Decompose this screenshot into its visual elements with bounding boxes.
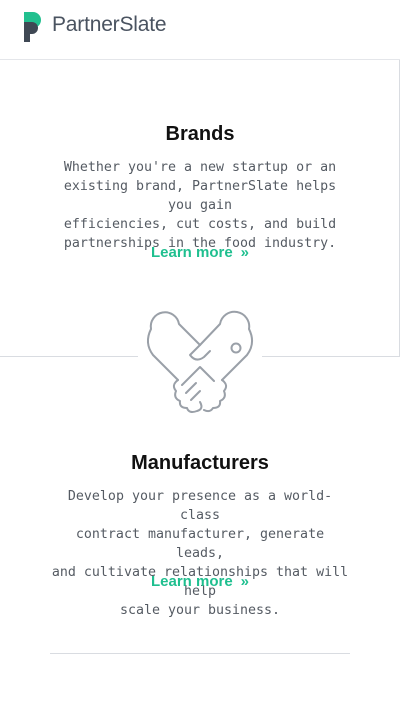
brands-description-line: existing brand, PartnerSlate helps you g…: [63, 179, 337, 213]
double-chevron-right-icon: »: [240, 573, 250, 590]
section-divider: [50, 653, 350, 654]
manufacturers-title: Manufacturers: [131, 452, 269, 474]
double-chevron-right-icon: »: [240, 244, 250, 261]
brands-description: Whether you're a new startup or an exist…: [50, 158, 350, 253]
manufacturers-learn-more-link[interactable]: Learn more »: [0, 573, 400, 590]
manufacturers-learn-more-label: Learn more: [150, 573, 233, 590]
manufacturers-description-line: Develop your presence as a world-class: [67, 489, 333, 523]
brands-learn-more-label: Learn more: [150, 244, 233, 261]
handshake-heart-icon: [147, 310, 253, 413]
manufacturers-description: Develop your presence as a world-class c…: [50, 487, 350, 620]
brands-description-line: Whether you're a new startup or an: [63, 160, 337, 175]
manufacturers-description-line: scale your business.: [119, 603, 281, 618]
handshake-heart-illustration: [138, 305, 262, 413]
site-header: PartnerSlate: [0, 0, 400, 60]
manufacturers-description-line: contract manufacturer, generate leads,: [75, 527, 325, 561]
brands-description-line: efficiencies, cut costs, and build: [63, 217, 337, 232]
brands-learn-more-link[interactable]: Learn more »: [0, 244, 400, 261]
partnerslate-logo-icon: [24, 12, 41, 42]
logo-text: PartnerSlate: [52, 13, 167, 36]
brands-title: Brands: [165, 123, 235, 145]
